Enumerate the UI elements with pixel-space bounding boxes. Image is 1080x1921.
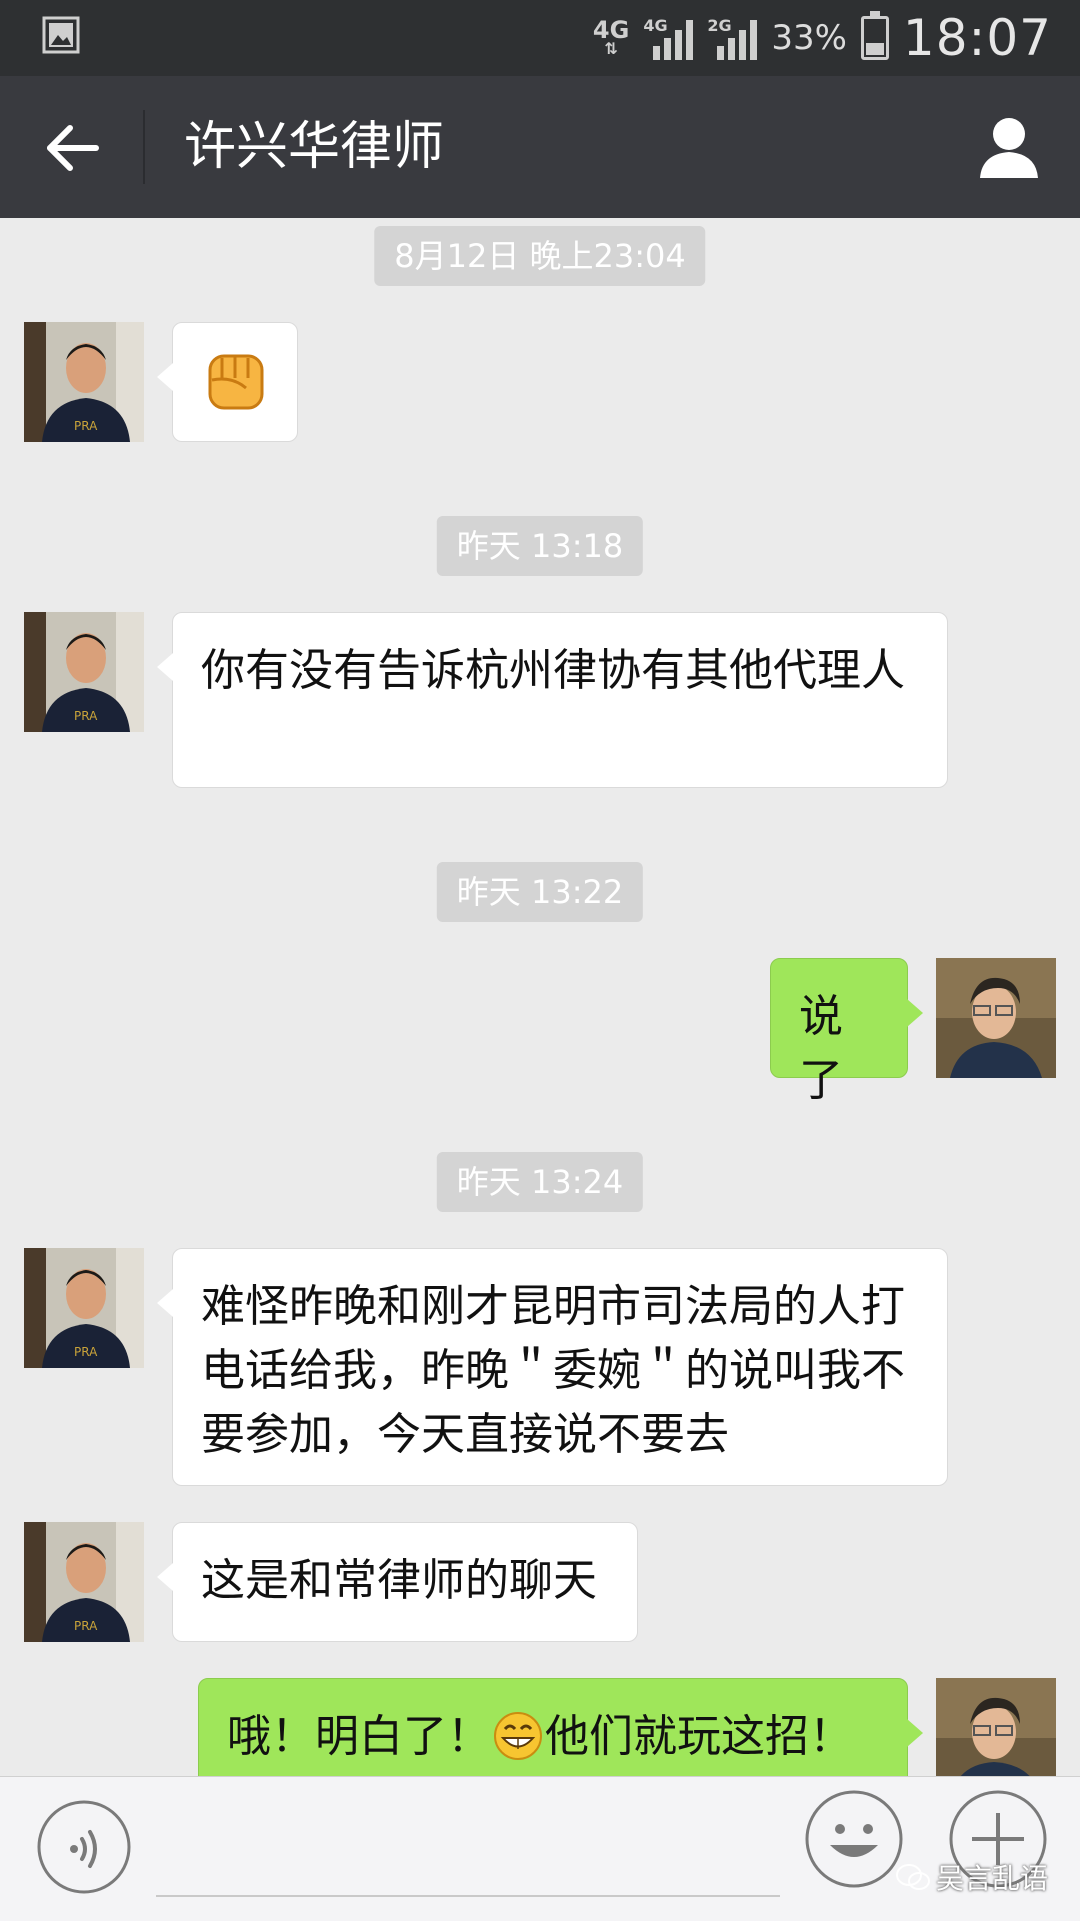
watermark-text: 吴言乱语 [936,1862,1049,1895]
message-text-part2: 他们就玩这招！ [545,1711,853,1762]
battery-icon [860,11,889,60]
input-bar: 吴言乱语 [0,1776,1080,1921]
message-bubble-outgoing[interactable]: 哦！明白了！ 他们就玩这招！ [198,1678,923,1776]
message-bubble-incoming[interactable]: 难怪昨晚和刚才昆明市司法局的人打电话给我，昨晚＂委婉＂的说叫我不要参加，今天直接… [157,1248,948,1486]
timestamp: 昨天 13:18 [436,516,644,576]
title-divider [143,110,145,184]
status-bar: 4G ⇅ 4G 2G 33% 18:07 [0,0,1080,76]
person-icon[interactable] [976,114,1042,180]
signal-icon-2: 2G [707,16,758,60]
gallery-notification-icon [42,16,80,54]
message-text: 说了 [799,991,843,1106]
message-text: 你有没有告诉杭州律协有其他代理人 [201,645,905,696]
network-type: 4G ⇅ [592,16,630,58]
battery-percent: 33% [771,18,847,58]
message-text: 难怪昨晚和刚才昆明市司法局的人打电话给我，昨晚＂委婉＂的说叫我不要参加，今天直接… [201,1281,905,1460]
message-text: 这是和常律师的聊天 [201,1555,597,1606]
chat-area[interactable]: 8月12日 晚上23:04 PRA 昨天 13:18 PRA 你有没有告诉杭州律… [0,218,1080,1776]
svg-text:PRA: PRA [74,1619,98,1633]
timestamp: 8月12日 晚上23:04 [374,226,706,286]
clock: 18:07 [902,9,1052,67]
svg-text:PRA: PRA [74,709,98,723]
message-text-part1: 哦！明白了！ [227,1711,491,1762]
avatar-lawyer[interactable]: PRA [24,612,144,732]
signal-2-tag: 2G [707,16,732,35]
avatar-photo-icon: PRA [24,1248,144,1368]
signal-icon: 4G [643,16,694,60]
message-bubble-incoming[interactable]: 这是和常律师的聊天 [157,1522,638,1642]
signal-1-tag: 4G [643,16,668,35]
message-bubble-incoming[interactable] [157,322,298,442]
avatar-photo-icon: PRA [24,1522,144,1642]
fist-emoji-icon [208,354,264,410]
message-bubble-outgoing[interactable]: 说了 [770,958,923,1106]
avatar-photo-icon [936,1678,1056,1776]
message-bubble-incoming[interactable]: 你有没有告诉杭州律协有其他代理人 [157,612,948,788]
svg-text:PRA: PRA [74,1345,98,1359]
avatar-lawyer[interactable]: PRA [24,322,144,442]
avatar-lawyer[interactable]: PRA [24,1522,144,1642]
timestamp: 昨天 13:24 [436,1152,644,1212]
avatar-photo-icon: PRA [24,612,144,732]
chat-title: 许兴华律师 [184,117,445,177]
avatar-photo-icon: PRA [24,322,144,442]
wechat-logo-icon [896,1864,930,1890]
grinning-emoji-icon [494,1712,542,1760]
emoji-face-icon[interactable] [804,1789,904,1889]
avatar-lawyer[interactable]: PRA [24,1248,144,1368]
arrow-left-icon[interactable] [40,116,104,180]
watermark: 吴言乱语 [896,1857,1048,1897]
message-input[interactable] [156,1895,780,1897]
avatar-photo-icon [936,958,1056,1078]
avatar-self[interactable] [936,958,1056,1078]
timestamp: 昨天 13:22 [436,862,644,922]
svg-text:PRA: PRA [74,419,98,433]
avatar-self[interactable] [936,1678,1056,1776]
voice-icon[interactable] [36,1799,132,1895]
title-bar: 许兴华律师 [0,76,1080,218]
